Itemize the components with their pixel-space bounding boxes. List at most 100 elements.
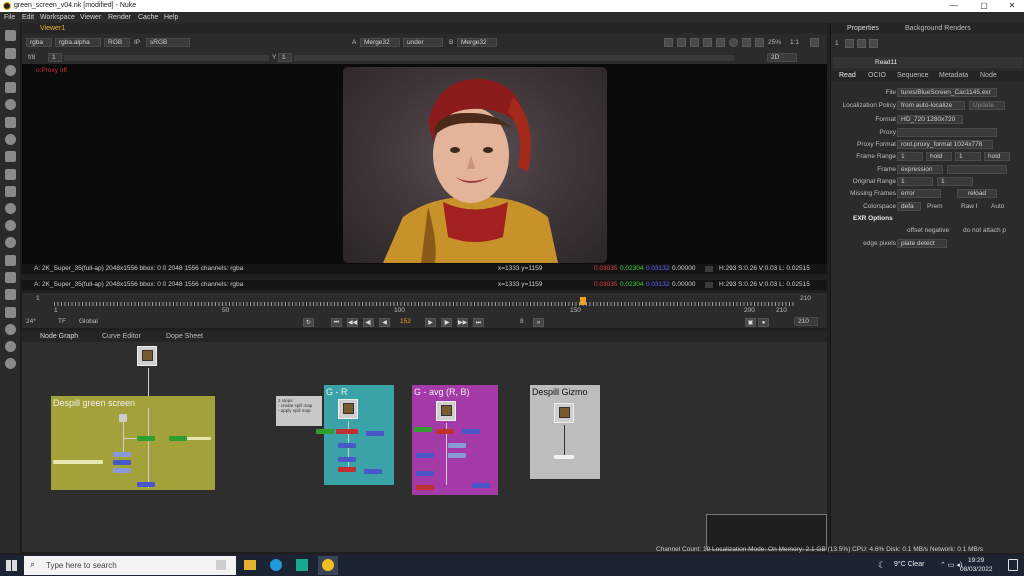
frame-range-start[interactable]: 1 <box>897 152 923 161</box>
tab-metadata[interactable]: Metadata <box>939 72 968 79</box>
task-view-icon[interactable] <box>216 560 226 570</box>
current-frame[interactable]: 152 <box>400 318 411 325</box>
proxy-field[interactable] <box>897 128 997 137</box>
transform-tool-icon[interactable] <box>5 169 16 180</box>
despill-gizmo-node[interactable] <box>554 455 574 459</box>
shuffle-node[interactable] <box>169 436 187 441</box>
lock-panel-icon[interactable] <box>845 39 854 48</box>
read-node[interactable] <box>436 401 456 421</box>
clip-warn-icon[interactable] <box>716 38 725 47</box>
edge-browser-icon[interactable] <box>270 559 282 571</box>
guides-icon[interactable] <box>677 38 686 47</box>
flipbook-button[interactable]: ▣ <box>745 318 756 327</box>
read-node[interactable] <box>137 346 157 366</box>
maya-app-icon[interactable] <box>296 559 308 571</box>
filter-tool-icon[interactable] <box>5 117 16 128</box>
tab-read[interactable]: Read <box>839 72 856 79</box>
auto-alpha-checkbox[interactable]: Auto <box>991 203 1004 210</box>
merge-node[interactable] <box>187 437 211 440</box>
lock-icon[interactable] <box>755 38 764 47</box>
frame-step[interactable]: 8 <box>520 318 524 325</box>
time-tool-icon[interactable] <box>5 65 16 76</box>
pause-icon[interactable] <box>742 38 751 47</box>
notifications-icon[interactable] <box>1008 559 1018 571</box>
merge-tool-icon[interactable] <box>5 151 16 162</box>
windows-start-icon[interactable] <box>6 560 17 571</box>
timeline-ruler[interactable] <box>54 302 794 306</box>
clear-panel-icon[interactable] <box>869 39 878 48</box>
dot-node[interactable] <box>119 414 127 422</box>
next-key-button[interactable]: ▶▶ <box>457 318 468 327</box>
composite-dropdown[interactable]: under <box>403 38 443 47</box>
colorspace-dropdown[interactable]: defa <box>897 202 921 211</box>
alpha-dropdown[interactable]: rgba.alpha <box>55 38 101 47</box>
menu-file[interactable]: File <box>4 14 15 21</box>
grade-node[interactable] <box>416 471 434 476</box>
shuffle-node[interactable] <box>137 436 155 441</box>
zoom-dropdown[interactable]: 25% <box>768 39 781 46</box>
a-input-dropdown[interactable]: Merge32 <box>360 38 400 47</box>
keyer-tool-icon[interactable] <box>5 134 16 145</box>
deep-tool-icon[interactable] <box>5 220 16 231</box>
plugin-tool-icon[interactable] <box>5 324 16 335</box>
edge-pixels-dropdown[interactable]: plate detect <box>897 239 947 248</box>
merge-node[interactable] <box>338 467 356 472</box>
prev-key-button[interactable]: ◀◀ <box>347 318 358 327</box>
tab-dope-sheet[interactable]: Dope Sheet <box>166 333 203 340</box>
merge-node[interactable] <box>436 429 454 434</box>
tab-node[interactable]: Node <box>980 72 997 79</box>
last-frame-button[interactable]: ⏭ <box>473 318 484 327</box>
channels-dropdown[interactable]: rgba <box>26 38 52 47</box>
file-field[interactable]: tures/BlueScreen_Cac1145.exr <box>897 88 997 97</box>
menu-workspace[interactable]: Workspace <box>40 14 75 21</box>
tab-viewer1[interactable]: Viewer1 <box>40 25 65 32</box>
toolsets-tool-icon[interactable] <box>5 272 16 283</box>
tf-dropdown[interactable]: TF <box>58 318 66 325</box>
roi-icon[interactable] <box>664 38 673 47</box>
gain-slider[interactable] <box>64 55 269 61</box>
timeline[interactable]: 1 210 1 50 100 150 200 210 <box>22 293 827 315</box>
clock-date[interactable]: 08/03/2022 <box>960 566 993 573</box>
particles-tool-icon[interactable] <box>5 203 16 214</box>
lut-icon[interactable] <box>703 38 712 47</box>
expression-node[interactable] <box>113 468 131 473</box>
raw-checkbox[interactable]: Raw I <box>961 203 978 210</box>
do-not-attach-checkbox[interactable]: do not attach p <box>963 227 1006 234</box>
channel-tool-icon[interactable] <box>5 82 16 93</box>
menu-help[interactable]: Help <box>164 14 178 21</box>
original-range-end[interactable]: 1 <box>937 177 973 186</box>
timeline-start-field[interactable]: 1 <box>36 295 40 302</box>
refresh-icon[interactable] <box>729 38 738 47</box>
view-mode-dropdown[interactable]: 2D <box>767 53 797 62</box>
image-tool-icon[interactable] <box>5 48 16 59</box>
frame-mode-dropdown[interactable]: expression <box>897 165 943 174</box>
record-button[interactable]: ● <box>758 318 769 327</box>
taskbar-search-box[interactable]: ⌕ Type here to search <box>24 556 236 575</box>
grade-node[interactable] <box>364 469 382 474</box>
next-frame-button[interactable]: |▶ <box>441 318 452 327</box>
clock-time[interactable]: 19:29 <box>968 557 984 564</box>
tab-node-graph[interactable]: Node Graph <box>40 333 78 340</box>
frame-increment[interactable]: 1 <box>48 53 62 62</box>
merge-node[interactable] <box>336 429 358 434</box>
play-forward-button[interactable]: ▶ <box>425 318 436 327</box>
minimize-button[interactable]: — <box>944 1 964 10</box>
furnace-tool-icon[interactable] <box>5 307 16 318</box>
node-name-field[interactable]: Read11 <box>875 59 897 66</box>
localization-policy-dropdown[interactable]: from auto-localize <box>897 101 965 110</box>
panel-count[interactable]: 1 <box>835 40 839 47</box>
gizmo-tool-icon[interactable] <box>5 341 16 352</box>
timeline-end-field[interactable]: 210 <box>800 295 811 302</box>
update-button[interactable]: Update <box>969 101 1005 110</box>
views-tool-icon[interactable] <box>5 237 16 248</box>
gamma-slider[interactable] <box>294 55 734 61</box>
tab-ocio[interactable]: OCIO <box>868 72 886 79</box>
shuffle-node[interactable] <box>414 427 432 432</box>
original-range-start[interactable]: 1 <box>897 177 933 186</box>
playhead-marker[interactable] <box>580 297 586 305</box>
viewer-settings-icon[interactable] <box>810 38 819 47</box>
offset-negative-checkbox[interactable]: offset negative <box>907 227 949 234</box>
skip-forward-button[interactable]: » <box>533 318 544 327</box>
end-frame-field[interactable]: 210 <box>794 317 818 326</box>
tab-properties[interactable]: Properties <box>847 25 879 32</box>
